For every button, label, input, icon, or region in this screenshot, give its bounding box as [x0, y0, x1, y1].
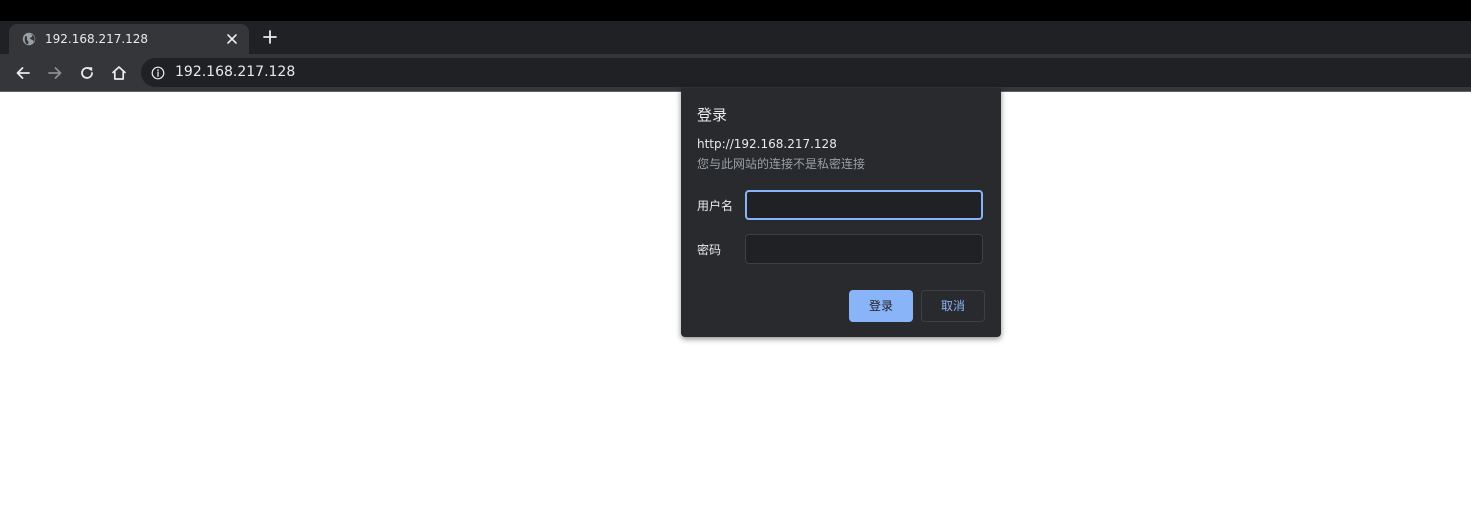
address-bar[interactable]: 192.168.217.128	[141, 58, 1471, 87]
window-top-bar	[0, 0, 1471, 21]
password-label: 密码	[697, 243, 722, 257]
login-button[interactable]: 登录	[849, 290, 913, 322]
http-auth-dialog: 登录 http://192.168.217.128 您与此网站的连接不是私密连接…	[681, 88, 1001, 337]
forward-arrow-icon[interactable]	[46, 64, 64, 82]
connection-warning: 您与此网站的连接不是私密连接	[697, 157, 866, 171]
browser-tab[interactable]: 192.168.217.128	[9, 24, 249, 54]
password-field[interactable]	[745, 234, 983, 264]
address-bar-url: 192.168.217.128	[175, 64, 296, 80]
tab-strip: 192.168.217.128	[0, 21, 1471, 54]
home-icon[interactable]	[110, 64, 128, 82]
cancel-button[interactable]: 取消	[921, 290, 985, 322]
info-icon[interactable]	[151, 66, 165, 80]
tab-title: 192.168.217.128	[45, 32, 149, 46]
dialog-origin: http://192.168.217.128	[697, 137, 837, 151]
back-arrow-icon[interactable]	[14, 64, 32, 82]
globe-icon	[22, 32, 36, 46]
username-label: 用户名	[697, 199, 734, 213]
close-icon[interactable]	[225, 32, 239, 46]
plus-icon[interactable]	[262, 29, 278, 45]
reload-icon[interactable]	[78, 64, 96, 82]
dialog-title: 登录	[697, 106, 728, 124]
browser-toolbar: 192.168.217.128	[0, 54, 1471, 91]
username-field[interactable]	[745, 190, 983, 220]
